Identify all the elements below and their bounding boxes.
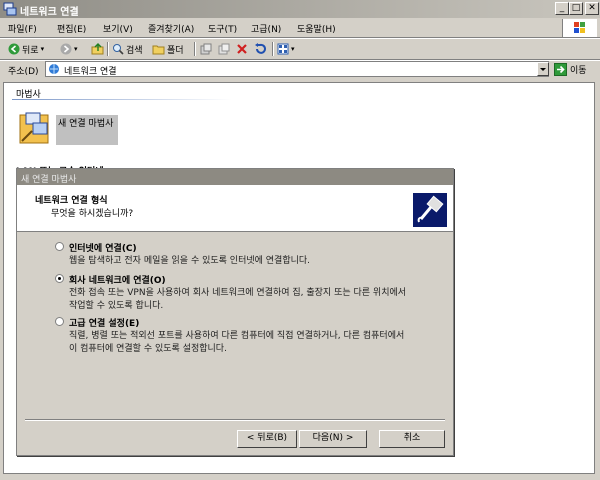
new-connection-wizard-dialog: 새 연결 마법사 네트워크 연결 형식 무엇을 하시겠습니까? 인터넷에 연결(… [16, 168, 454, 456]
forward-icon [60, 43, 72, 55]
option-advanced-description: 직렬, 병렬 또는 적외선 포트를 사용하여 다른 컴퓨터에 직접 연결하거나,… [69, 331, 405, 354]
close-button[interactable]: ✕ [585, 2, 599, 15]
radio-workplace[interactable] [55, 274, 64, 283]
dialog-header-title: 네트워크 연결 형식 [35, 196, 108, 206]
folders-icon [152, 45, 165, 54]
back-button[interactable]: < 뒤로(B) [237, 430, 297, 448]
views-icon [277, 43, 289, 55]
dialog-title-bar[interactable]: 새 연결 마법사 [17, 169, 453, 185]
delete-icon [237, 44, 247, 54]
toolbar: 뒤로 ▾ ▾ 검색 폴더 ▾ [0, 39, 600, 59]
menu-help[interactable]: 도움말(H) [297, 22, 336, 35]
radio-internet[interactable] [55, 242, 64, 251]
dialog-title: 새 연결 마법사 [21, 175, 77, 185]
menu-favorites[interactable]: 즐겨찾기(A) [148, 22, 194, 35]
back-dropdown-icon[interactable]: ▾ [41, 45, 45, 53]
radio-advanced[interactable] [55, 317, 64, 326]
views-dropdown-icon[interactable]: ▾ [291, 45, 295, 53]
explorer-window: 네트워크 연결 _ □ ✕ 파일(F) 편집(E) 보기(V) 즐겨찾기(A) … [0, 0, 600, 480]
option-internet-description: 웹을 탐색하고 전자 메일을 읽을 수 있도록 인터넷에 연결합니다. [69, 256, 311, 266]
window-title: 네트워크 연결 [20, 7, 79, 18]
folders-button[interactable]: 폴더 [152, 41, 184, 57]
windows-logo [562, 19, 597, 38]
views-button[interactable]: ▾ [277, 41, 295, 57]
go-label: 이동 [570, 65, 587, 76]
undo-icon [255, 43, 266, 54]
delete-button[interactable] [236, 41, 248, 57]
cancel-button[interactable]: 취소 [379, 430, 445, 448]
maximize-button[interactable]: □ [569, 2, 583, 15]
back-button[interactable]: 뒤로 ▾ [8, 41, 44, 57]
back-icon [8, 43, 20, 55]
menu-bar: 파일(F) 편집(E) 보기(V) 즐겨찾기(A) 도구(T) 고급(N) 도움… [0, 18, 600, 38]
forward-button[interactable]: ▾ [60, 41, 78, 57]
network-cable-icon [413, 193, 447, 227]
copy-to-icon [218, 43, 230, 55]
chevron-down-icon [540, 68, 546, 71]
menu-advanced[interactable]: 고급(N) [251, 22, 281, 35]
option-workplace-label: 회사 네트워크에 연결(O) [69, 276, 166, 286]
toolbar-separator [194, 42, 196, 56]
option-internet-label: 인터넷에 연결(C) [69, 244, 137, 254]
dialog-header: 네트워크 연결 형식 무엇을 하시겠습니까? [17, 185, 453, 232]
toolbar-separator [272, 42, 274, 56]
menu-file[interactable]: 파일(F) [8, 22, 37, 35]
undo-button[interactable] [254, 41, 266, 57]
copy-to-button[interactable] [218, 41, 230, 57]
address-label: 주소(D) [8, 67, 39, 77]
search-label: 검색 [126, 45, 143, 56]
title-bar[interactable]: 네트워크 연결 _ □ ✕ [0, 0, 600, 18]
status-bar [3, 474, 595, 478]
up-folder-icon [91, 43, 104, 55]
address-bar: 주소(D) 네트워크 연결 [0, 60, 600, 80]
up-button[interactable] [91, 41, 105, 57]
address-value: 네트워크 연결 [64, 67, 117, 77]
move-to-icon [200, 43, 212, 55]
new-connection-wizard-icon[interactable] [18, 111, 54, 145]
new-connection-wizard-item[interactable]: 새 연결 마법사 [56, 115, 118, 145]
toolbar-separator [107, 42, 109, 56]
go-button[interactable]: 이동 [554, 61, 587, 77]
menu-tools[interactable]: 도구(T) [208, 22, 237, 35]
section-divider [12, 99, 232, 100]
network-connections-icon [49, 64, 59, 74]
new-connection-wizard-label: 새 연결 마법사 [58, 119, 114, 129]
minimize-button[interactable]: _ [555, 2, 569, 15]
windows-flag-icon [574, 22, 585, 33]
back-label: 뒤로 [22, 45, 39, 56]
option-workplace-description: 전화 접속 또는 VPN을 사용하여 회사 네트워크에 연결하여 집, 출장지 … [69, 288, 407, 311]
address-input[interactable]: 네트워크 연결 [45, 61, 549, 77]
menu-view[interactable]: 보기(V) [103, 22, 133, 35]
search-button[interactable]: 검색 [112, 41, 143, 57]
dialog-button-separator [25, 419, 445, 421]
address-dropdown-button[interactable] [537, 62, 549, 76]
move-to-button[interactable] [200, 41, 212, 57]
forward-dropdown-icon[interactable]: ▾ [74, 45, 78, 53]
go-arrow-icon [554, 62, 567, 76]
next-button[interactable]: 다음(N) > [299, 430, 367, 448]
menu-edit[interactable]: 편집(E) [57, 22, 86, 35]
option-advanced-label: 고급 연결 설정(E) [69, 319, 140, 329]
network-connections-icon [3, 2, 17, 16]
radio-selected-dot [58, 277, 61, 280]
dialog-header-subtitle: 무엇을 하시겠습니까? [51, 209, 134, 219]
search-icon [113, 44, 124, 55]
folders-label: 폴더 [167, 45, 184, 56]
